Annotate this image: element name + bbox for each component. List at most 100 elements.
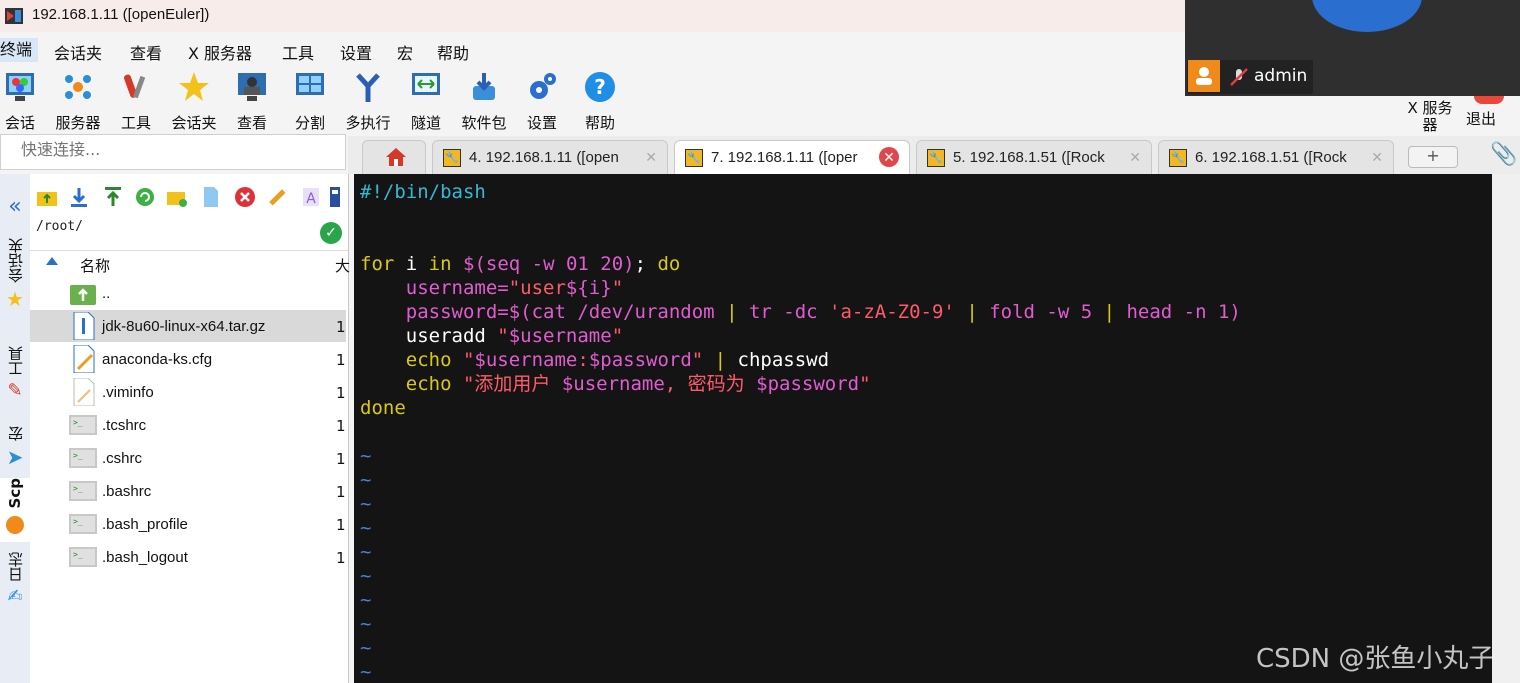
delete-icon[interactable] [234, 186, 256, 208]
svg-text:>_: >_ [73, 484, 83, 493]
split-icon [296, 73, 324, 95]
menu-view[interactable]: 查看 [130, 40, 162, 64]
session-label: 会话 [4, 114, 35, 132]
view-button[interactable]: 查看 [234, 66, 270, 133]
paperclip-icon[interactable]: 📎 [1490, 142, 1517, 167]
menu-macros[interactable]: 宏 [397, 40, 413, 64]
tab-session-4[interactable]: 🔧 4. 192.168.1.11 ([open ✕ [432, 140, 668, 174]
close-tab-icon[interactable]: ✕ [645, 149, 657, 166]
help-icon: ? [585, 72, 615, 102]
close-tab-icon[interactable]: ✕ [1371, 149, 1383, 166]
upload-icon[interactable] [102, 186, 124, 208]
terminal-token: ; [634, 253, 658, 275]
column-size[interactable]: 大 [335, 255, 350, 276]
terminal-token: "user [508, 277, 566, 299]
menu-xserver[interactable]: X 服务器 [188, 40, 252, 64]
svg-text:>_: >_ [73, 517, 83, 526]
terminal-line: ~ [360, 588, 1241, 612]
sort-ascending-icon[interactable] [46, 257, 58, 265]
terminal-token: do [657, 253, 681, 275]
terminal-token: ~ [360, 493, 372, 515]
shell-script-icon: >_ [69, 481, 97, 501]
terminal-token: ~ [360, 589, 372, 611]
sessions-folder-button[interactable]: 会话夹 [168, 66, 220, 133]
tab-session-7[interactable]: 🔧 7. 192.168.1.11 ([oper ✕ [674, 140, 910, 174]
multiexec-label: 多执行 [345, 114, 391, 132]
main-toolbar: 会话 服务器 工具 会话夹 查看 分割 多执行 隧道 软件包 设置 ? 帮助 [0, 66, 1185, 132]
home-tab[interactable] [362, 140, 426, 174]
side-tab-sessions[interactable]: 会话夹 ★ [0, 238, 30, 311]
exit-button[interactable]: 退出 [1466, 108, 1496, 129]
terminal-token: " [611, 277, 624, 299]
terminal-line: useradd "$username" [360, 324, 1241, 348]
tunnel-button[interactable]: 隧道 [408, 66, 444, 133]
menu-sessions[interactable]: 会话夹 [54, 40, 102, 64]
file-row[interactable]: >_ .tcshrc 1 [30, 409, 346, 441]
terminal-line: ~ [360, 516, 1241, 540]
menu-terminal[interactable]: 终端 [0, 38, 39, 62]
file-row[interactable]: jdk-8u60-linux-x64.tar.gz 1 [30, 310, 346, 342]
terminal-token: ~ [360, 637, 372, 659]
file-row[interactable]: anaconda-ks.cfg 1 [30, 343, 346, 375]
menu-help[interactable]: 帮助 [437, 40, 469, 64]
collapse-sidebar-icon[interactable]: « [0, 194, 30, 219]
side-tab-label: 日志 [6, 552, 25, 582]
follow-terminal-icon[interactable] [328, 186, 342, 208]
tab-label: 6. 192.168.1.51 ([Rock [1195, 149, 1347, 166]
terminal-scrollbar[interactable] [1492, 174, 1520, 683]
servers-button[interactable]: 服务器 [52, 66, 104, 133]
file-row[interactable]: >_ .bashrc 1 [30, 475, 346, 507]
menu-settings[interactable]: 设置 [340, 40, 372, 64]
side-tab-log[interactable]: 日志 ✍ [0, 552, 30, 607]
settings-label: 设置 [526, 114, 557, 132]
split-button[interactable]: 分割 [292, 66, 328, 133]
terminal-view[interactable]: #!/bin/bash for i in $(seq -w 01 20); do … [354, 174, 1492, 683]
properties-wrench-icon[interactable] [266, 186, 288, 208]
tab-session-5[interactable]: 🔧 5. 192.168.1.51 ([Rock ✕ [916, 140, 1152, 174]
help-button[interactable]: ? 帮助 [582, 66, 618, 133]
checkmark-icon[interactable]: ✓ [320, 222, 342, 244]
tab-label: 4. 192.168.1.11 ([open [469, 149, 619, 166]
column-name[interactable]: 名称 [80, 255, 110, 276]
log-icon: ✍ [7, 586, 23, 607]
download-icon[interactable] [68, 186, 90, 208]
tab-session-6[interactable]: 🔧 6. 192.168.1.51 ([Rock ✕ [1158, 140, 1394, 174]
terminal-token: " [859, 373, 871, 395]
file-row-parent[interactable]: .. [30, 277, 346, 309]
side-tab-scp[interactable]: Scp [0, 478, 30, 542]
close-tab-icon[interactable]: ✕ [1129, 149, 1141, 166]
close-tab-icon[interactable]: ✕ [879, 147, 899, 167]
side-tab-label: 工具 [6, 346, 25, 376]
file-row[interactable]: .viminfo 1 [30, 376, 346, 408]
side-tab-tools[interactable]: 工具 ✎ [0, 346, 30, 401]
file-row[interactable]: >_ .bash_profile 1 [30, 508, 346, 540]
file-name: .bash_profile [102, 516, 188, 533]
new-file-icon[interactable] [200, 186, 222, 208]
wrench-icon: 🔧 [1169, 149, 1187, 167]
packages-button[interactable]: 软件包 [458, 66, 510, 133]
servers-label: 服务器 [55, 114, 101, 132]
quick-connect-input[interactable] [19, 139, 323, 160]
tools-icon: ✎ [7, 380, 23, 401]
terminal-token: | [703, 349, 738, 371]
settings-button[interactable]: 设置 [524, 66, 560, 133]
file-row[interactable]: >_ .bash_logout 1 [30, 541, 346, 573]
new-folder-icon[interactable] [166, 186, 188, 208]
menu-tools[interactable]: 工具 [282, 40, 314, 64]
file-row[interactable]: >_ .cshrc 1 [30, 442, 346, 474]
multiexec-button[interactable]: 多执行 [342, 66, 394, 133]
help-label: 帮助 [584, 114, 615, 132]
tools-button[interactable]: 工具 [118, 66, 154, 133]
terminal-token: ~ [360, 661, 372, 683]
parent-folder-icon[interactable] [36, 186, 58, 208]
xserver-button[interactable]: X 服务器 [1402, 100, 1458, 134]
side-tab-macros[interactable]: 宏 ➤ [0, 426, 30, 469]
new-tab-button[interactable]: + [1408, 146, 1458, 168]
session-button[interactable]: 会话 [2, 66, 38, 133]
path-field[interactable] [34, 218, 316, 235]
file-panel-toolbar: A [30, 182, 348, 214]
text-icon[interactable]: A [300, 186, 322, 208]
refresh-icon[interactable] [134, 186, 156, 208]
terminal-token: echo [360, 373, 463, 395]
servers-icon [65, 75, 91, 99]
